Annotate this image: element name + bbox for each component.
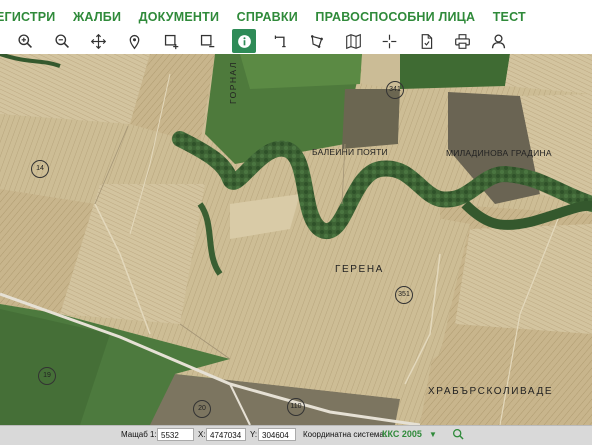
parcel-marker[interactable]: 20 [193,400,211,418]
chevron-down-icon[interactable]: ▼ [429,430,437,439]
place-label-hrabar: ХРАБЪРСКОЛИВАДЕ [428,386,554,397]
nav-item-licensed-persons[interactable]: ПРАВОСПОСОБНИ ЛИЦА [315,10,475,24]
crs-label: Координатна система: [303,430,387,439]
document-button[interactable] [414,29,438,53]
scale-label: Мащаб 1: [121,430,157,439]
zoom-in-icon [17,33,32,48]
pan-icon [90,33,106,49]
document-icon [421,33,432,49]
info-button[interactable] [232,29,256,53]
polygon-icon [310,34,323,48]
user-button[interactable] [486,29,510,53]
print-button[interactable] [450,29,474,53]
parcel-marker[interactable]: 14 [31,160,49,178]
map-icon [345,33,361,49]
map-viewport[interactable]: ГОРНАЛ БАЛЕИНИ ПОЯТИ МИЛАДИНОВА ГРАДИНА … [0,54,592,425]
polygon-button[interactable] [304,29,328,53]
measure-icon [274,35,286,47]
deselect-area-icon [200,34,214,47]
main-navigation: ЕГИСТРИ ЖАЛБИ ДОКУМЕНТИ СПРАВКИ ПРАВОСПО… [0,0,592,28]
zoom-out-icon [54,33,69,48]
place-label-baleini: БАЛЕИНИ ПОЯТИ [312,147,388,157]
scale-input[interactable]: 5532 [157,428,194,441]
map-toolbar [0,28,592,55]
nav-item-registers[interactable]: ЕГИСТРИ [0,10,55,24]
pan-button[interactable] [86,29,110,53]
satellite-imagery [0,54,592,425]
nav-item-documents[interactable]: ДОКУМЕНТИ [139,10,220,24]
map-layers-button[interactable] [341,29,365,53]
nav-item-test[interactable]: ТЕСТ [493,10,526,24]
deselect-area-button[interactable] [195,29,219,53]
user-icon [491,33,505,48]
search-button[interactable] [452,428,465,443]
parcel-marker[interactable]: 351 [395,286,413,304]
nav-item-reports[interactable]: СПРАВКИ [237,10,298,24]
y-label: Y: [250,430,258,439]
y-coordinate: 304604 [258,428,296,441]
zoom-in-button[interactable] [13,29,37,53]
parcel-marker[interactable]: 341 [386,81,404,99]
crs-select[interactable]: ККС 2005 [382,429,422,439]
search-icon [452,428,464,440]
print-icon [454,33,470,49]
status-bar: Мащаб 1: 5532 X: 4747034 Y: 304604 Коорд… [0,425,592,445]
place-label-gornal: ГОРНАЛ [228,61,238,104]
parcel-marker[interactable]: 19 [38,367,56,385]
zoom-out-button[interactable] [50,29,74,53]
location-pin-icon [129,34,139,49]
parcel-marker[interactable]: 110 [287,398,305,416]
select-area-icon [164,34,178,49]
place-label-miladinova: МИЛАДИНОВА ГРАДИНА [446,148,552,158]
place-label-gerena: ГЕРЕНА [335,264,384,275]
measure-button[interactable] [268,29,292,53]
x-label: X: [198,430,206,439]
nav-item-complaints[interactable]: ЖАЛБИ [73,10,121,24]
crosshair-icon [382,34,396,48]
info-icon [237,34,251,48]
select-area-button[interactable] [159,29,183,53]
x-coordinate: 4747034 [206,428,246,441]
crosshair-button[interactable] [377,29,401,53]
locate-button[interactable] [122,29,146,53]
